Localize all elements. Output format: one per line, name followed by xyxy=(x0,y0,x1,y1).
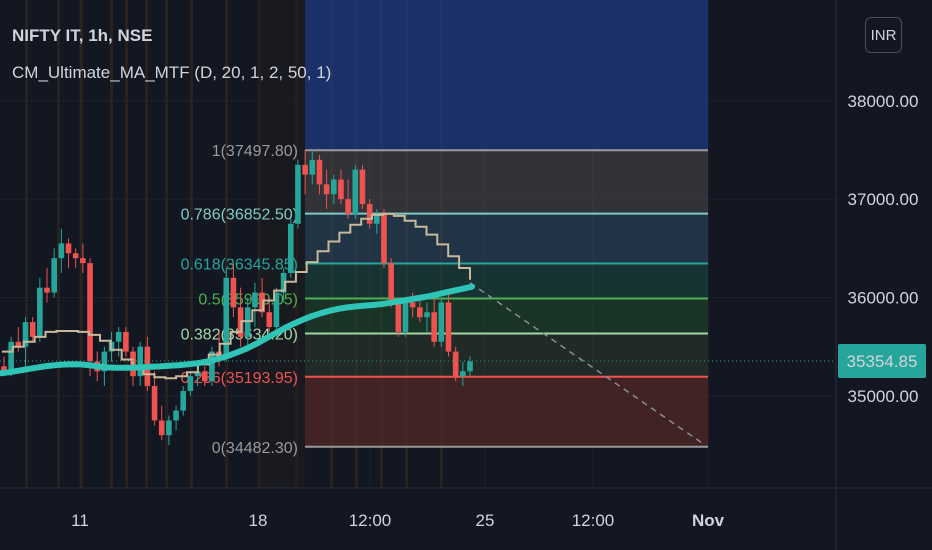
candle-body xyxy=(44,287,50,293)
price-tick-label: 36000.00 xyxy=(848,289,919,308)
candle-body xyxy=(359,169,366,205)
candle-body xyxy=(345,199,351,214)
fib-zone-top xyxy=(305,0,708,151)
time-tick-label: 11 xyxy=(71,511,89,530)
time-tick-label: 12:00 xyxy=(572,511,615,530)
candle-body xyxy=(445,302,452,352)
fib-level-label: 1(37497.80) xyxy=(212,143,298,160)
fib-zone xyxy=(305,150,708,214)
candle-body xyxy=(37,287,43,337)
candle-body xyxy=(158,420,165,436)
last-price-label: 35354.85 xyxy=(847,352,918,371)
candle-body xyxy=(252,292,258,308)
candle-body xyxy=(123,331,129,352)
candle-body xyxy=(338,179,344,200)
fib-level-label: 0.786(36852.50) xyxy=(181,207,298,224)
fib-zone xyxy=(305,263,708,299)
price-axis[interactable]: 38000.00 37000.00 36000.00 35000.00 35354.85 xyxy=(835,0,926,550)
candle-body xyxy=(424,312,430,318)
candle-body xyxy=(388,263,394,303)
candle-body xyxy=(352,169,359,214)
price-tick-label: 35000.00 xyxy=(848,387,919,406)
candle-body xyxy=(467,361,473,372)
indicator-label[interactable]: CM_Ultimate_MA_MTF (D, 20, 1, 2, 50, 1) xyxy=(12,63,331,83)
candle-body xyxy=(230,277,237,308)
candle-body xyxy=(316,159,323,185)
candle-body xyxy=(223,277,230,357)
price-tick-label: 37000.00 xyxy=(848,190,919,209)
fib-zone xyxy=(305,213,708,264)
candle-body xyxy=(417,307,423,318)
candle-body xyxy=(209,351,215,382)
candle-body xyxy=(115,331,122,342)
candle-body xyxy=(151,386,158,421)
candle-body xyxy=(173,410,179,421)
candle-body xyxy=(409,302,416,308)
time-tick-label: 25 xyxy=(476,511,495,530)
time-axis[interactable]: 11 18 12:00 25 12:00 Nov xyxy=(0,487,932,530)
candle-body xyxy=(244,307,251,337)
candle-body xyxy=(201,371,208,382)
candle-body xyxy=(180,390,187,411)
candle-body xyxy=(51,258,57,293)
candle-body xyxy=(402,302,409,332)
candle-body xyxy=(80,258,86,264)
candle-body xyxy=(166,420,172,436)
candle-body xyxy=(330,179,337,195)
candle-body xyxy=(58,243,65,259)
candle-body xyxy=(187,376,194,391)
candle-body xyxy=(266,312,273,328)
candle-body xyxy=(309,159,316,175)
candle-body xyxy=(323,184,330,195)
time-tick-label: Nov xyxy=(692,511,725,530)
candle-body xyxy=(381,213,387,264)
time-tick-label: 18 xyxy=(249,511,268,530)
candle-body xyxy=(302,164,308,175)
candle-body xyxy=(460,371,466,377)
candle-body xyxy=(395,302,402,332)
candle-body xyxy=(287,223,294,273)
candle-body xyxy=(431,312,437,342)
candle-body xyxy=(65,243,72,254)
currency-button[interactable]: INR xyxy=(865,17,902,53)
candle-body xyxy=(438,302,445,342)
time-tick-label: 12:00 xyxy=(349,511,392,530)
candle-body xyxy=(295,164,301,224)
fib-zone-bottom xyxy=(305,376,708,447)
fib-level-label: 0.618(36345.85) xyxy=(181,257,298,274)
candle-body xyxy=(452,351,459,377)
candle-body xyxy=(72,253,79,259)
fib-zone xyxy=(305,333,708,377)
symbol-title[interactable]: NIFTY IT, 1h, NSE xyxy=(12,26,152,46)
price-tick-label: 38000.00 xyxy=(848,92,919,111)
candle-body xyxy=(29,322,36,337)
fib-level-label: 0(34482.30) xyxy=(212,440,298,457)
candle-body xyxy=(87,263,93,362)
